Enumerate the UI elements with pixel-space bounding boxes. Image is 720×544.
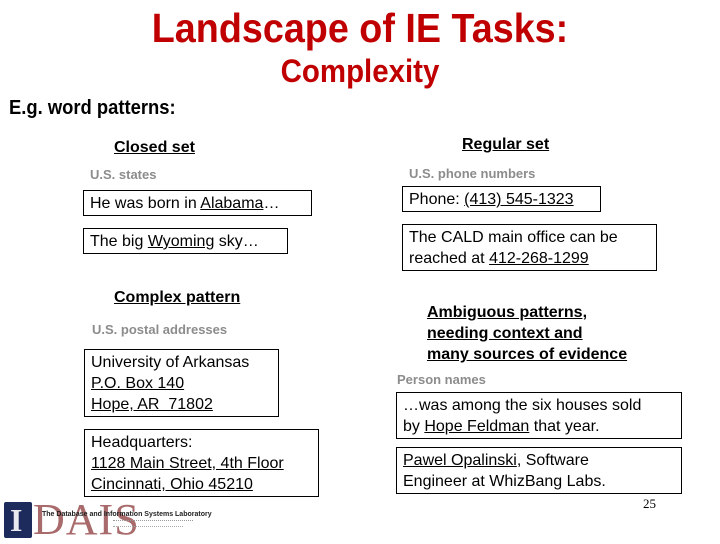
closed-set-heading: Closed set <box>114 139 195 156</box>
example-text: , Software <box>516 452 589 469</box>
complex-pattern-heading: Complex pattern <box>114 289 241 306</box>
closed-set-example-2: The big Wyoming sky… <box>83 228 288 254</box>
complex-pattern-example-2: Headquarters: 1128 Main Street, 4th Floo… <box>84 429 319 497</box>
example-match: (413) 545-1323 <box>464 191 574 208</box>
example-text: reached at <box>409 250 490 267</box>
example-text: Headquarters: <box>91 434 193 451</box>
example-text: … <box>263 195 280 212</box>
example-text: The CALD main office can be <box>409 229 618 246</box>
regular-set-heading: Regular set <box>462 136 550 153</box>
example-match: Pawel Opalinski <box>403 452 517 469</box>
slide-subtitle-heading: Complexity <box>280 53 440 89</box>
ambiguous-hint: Person names <box>397 372 486 387</box>
example-match: P.O. Box 140 <box>91 375 185 392</box>
example-match: Cincinnati, Ohio 45210 <box>91 476 253 493</box>
example-text: that year. <box>529 418 600 435</box>
example-match: Alabama <box>200 195 264 212</box>
logo-fine-print <box>113 520 193 523</box>
example-text: Phone: <box>409 191 465 208</box>
slide-title: Landscape of IE Tasks: <box>151 5 569 51</box>
ambiguous-heading: Ambiguous patterns, needing context and … <box>427 302 627 365</box>
ambiguous-heading-line: many sources of evidence <box>427 346 628 363</box>
regular-set-example-1: Phone: (413) 545-1323 <box>402 186 601 212</box>
example-text: The big <box>90 233 148 250</box>
example-text: sky… <box>214 233 259 250</box>
page-number: 25 <box>643 496 656 511</box>
closed-set-hint: U.S. states <box>90 167 157 182</box>
ambiguous-example-2: Pawel Opalinski, Software Engineer at Wh… <box>396 447 682 494</box>
example-text: Engineer at WhizBang Labs. <box>403 473 606 490</box>
example-text: …was among the six houses sold <box>403 397 642 414</box>
ambiguous-heading-line: needing context and <box>427 325 583 342</box>
lab-name: The Database and Information Systems Lab… <box>42 511 212 518</box>
example-match: 1128 Main Street, 4th Floor <box>91 455 284 472</box>
logo-fine-print <box>113 526 183 529</box>
example-text: by <box>403 418 425 435</box>
example-match: Hope, AR 71802 <box>91 396 213 413</box>
example-text: He was born in <box>90 195 201 212</box>
regular-set-hint: U.S. phone numbers <box>409 166 536 181</box>
example-match: Hope Feldman <box>424 418 530 435</box>
ambiguous-heading-line: Ambiguous patterns, <box>427 304 588 321</box>
complex-pattern-hint: U.S. postal addresses <box>92 322 228 337</box>
closed-set-example-1: He was born in Alabama… <box>83 190 312 216</box>
example-match: Wyoming <box>147 233 215 250</box>
example-match: 412-268-1299 <box>489 250 589 267</box>
intro-text: E.g. word patterns: <box>9 97 176 119</box>
logo-letter: I <box>10 502 23 538</box>
regular-set-example-2: The CALD main office can be reached at 4… <box>402 224 657 271</box>
ambiguous-example-1: …was among the six houses sold by Hope F… <box>396 392 682 439</box>
university-logo-icon: I <box>4 502 32 538</box>
example-text: University of Arkansas <box>91 354 250 371</box>
complex-pattern-example-1: University of Arkansas P.O. Box 140 Hope… <box>84 349 279 417</box>
